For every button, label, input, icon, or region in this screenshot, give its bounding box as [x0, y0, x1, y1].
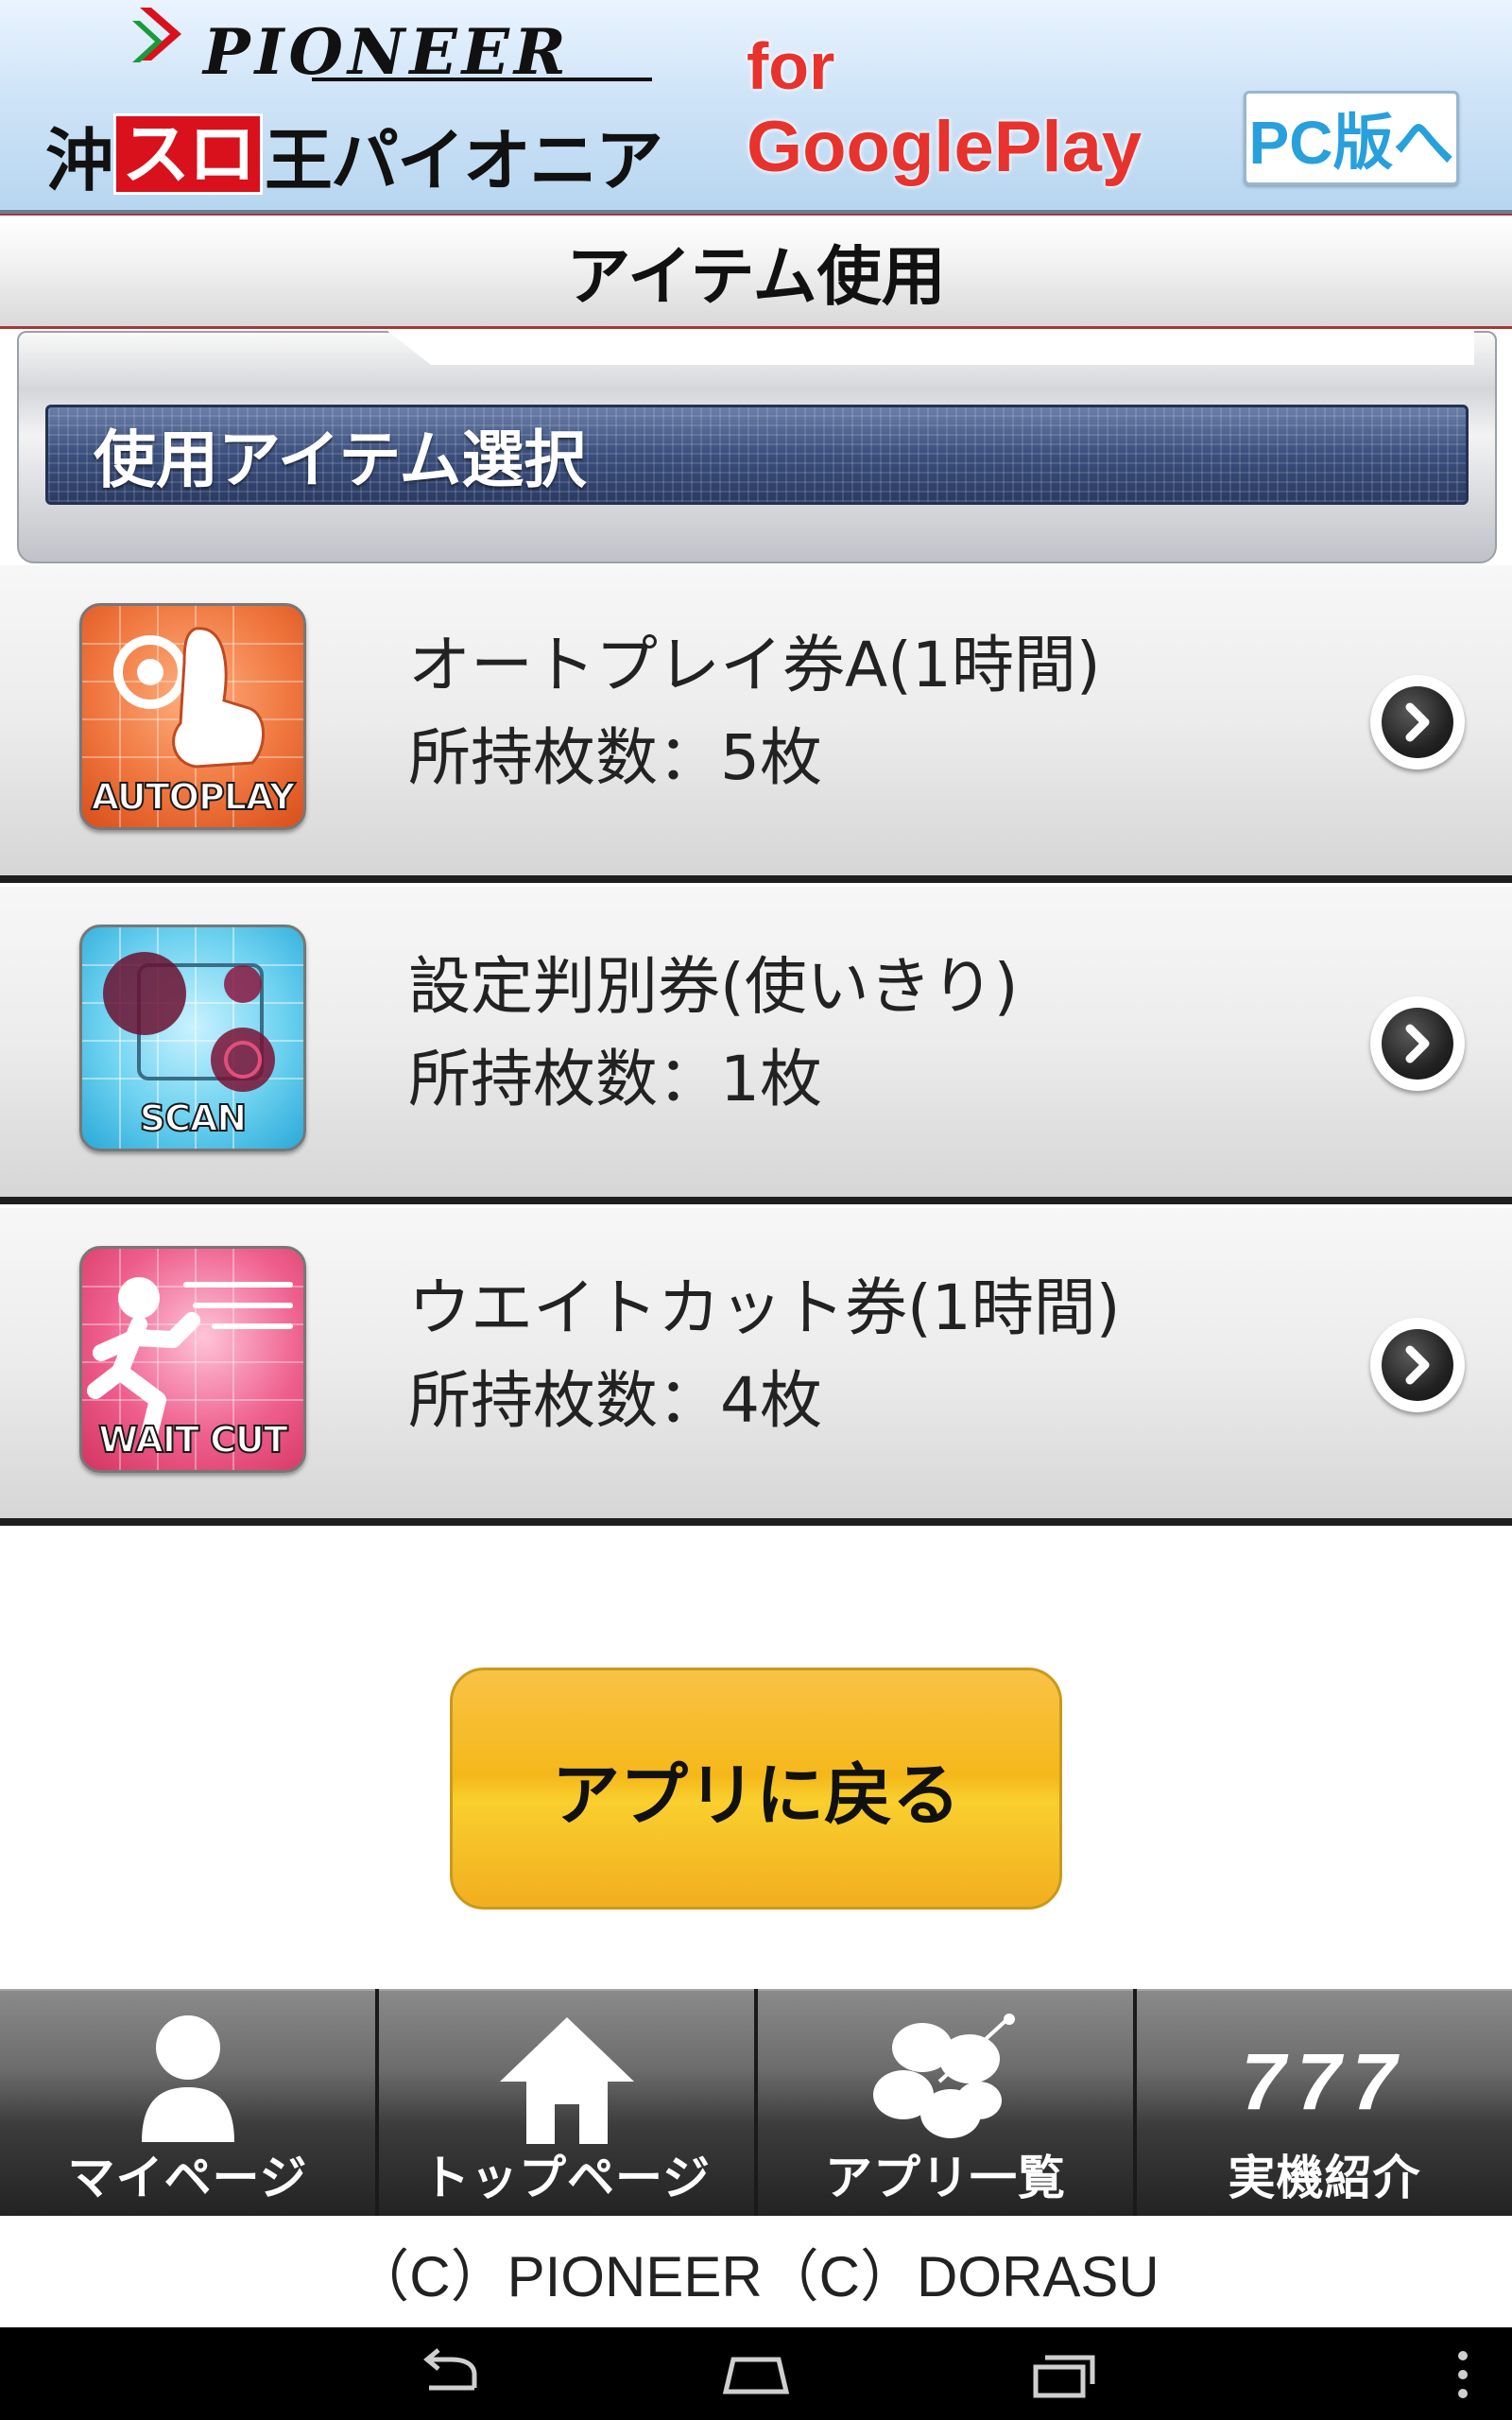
home-icon	[499, 2017, 634, 2144]
item-row-scan[interactable]: SCAN 設定判別券(使いきり) 所持枚数：1枚	[0, 887, 1512, 1204]
brand-title-prefix: 沖	[45, 120, 113, 200]
nav-item-machines[interactable]: 777 実機紹介	[1137, 1989, 1512, 2216]
nav-label: 実機紹介	[1228, 2151, 1421, 2205]
chevron-right-icon[interactable]	[1370, 1318, 1465, 1412]
platform-label: GooglePlay	[747, 107, 1143, 187]
hibiscus-icon	[872, 2014, 1015, 2138]
nav-label: トップページ	[422, 2151, 711, 2205]
autoplay-icon: AUTOPLAY	[79, 603, 306, 830]
autoplay-icon-caption: AUTOPLAY	[91, 775, 297, 819]
nav-label: マイページ	[67, 2151, 308, 2205]
home-icon[interactable]	[718, 2346, 794, 2403]
nav-item-toppage[interactable]: トップページ	[379, 1989, 754, 2216]
section-title: 使用アイテム選択	[94, 424, 587, 496]
back-icon[interactable]	[414, 2346, 490, 2403]
section-panel-tab-cut	[387, 331, 1474, 365]
brand-underline	[312, 78, 652, 81]
back-to-app-button[interactable]: アプリに戻る	[450, 1668, 1062, 1910]
nav-item-app-list[interactable]: アプリ一覧	[758, 1989, 1133, 2216]
item-row-wait-cut[interactable]: WAIT CUT ウエイトカット券(1時間) 所持枚数：4枚	[0, 1208, 1512, 1526]
nav-item-mypage[interactable]: マイページ	[0, 1989, 375, 2216]
item-name: オートプレイ券A(1時間)	[408, 629, 1101, 701]
system-navigation-bar	[0, 2327, 1512, 2420]
item-name: ウエイトカット券(1時間)	[408, 1271, 1121, 1344]
item-name: 設定判別券(使いきり)	[408, 950, 1019, 1023]
page-title-bar: アイテム使用	[0, 214, 1512, 329]
scan-icon: SCAN	[79, 925, 306, 1151]
pc-version-button[interactable]: PC版へ	[1244, 91, 1459, 185]
scan-icon-caption: SCAN	[139, 1097, 248, 1140]
item-count: 所持枚数：5枚	[408, 721, 822, 794]
brand-title-logo: 沖 スロ 王パイオニア	[45, 112, 663, 200]
brand-title-box: スロ	[113, 113, 264, 195]
brand-title-suffix: 王パイオニア	[265, 120, 663, 200]
pioneer-logo-mark-icon	[132, 8, 181, 62]
nav-label: アプリ一覧	[825, 2151, 1066, 2205]
wait-cut-icon-caption: WAIT CUT	[97, 1418, 289, 1461]
item-count: 所持枚数：1枚	[408, 1043, 822, 1115]
bottom-nav: マイページ トップページ アプリ一覧 777 実機紹介	[0, 1989, 1512, 2216]
item-count: 所持枚数：4枚	[408, 1364, 822, 1437]
chevron-right-icon[interactable]	[1370, 996, 1465, 1091]
copyright-footer: （C）PIONEER（C）DORASU	[0, 2216, 1512, 2327]
overflow-menu-icon[interactable]	[1453, 2346, 1472, 2403]
section-panel: 使用アイテム選択	[17, 331, 1497, 563]
wait-cut-icon: WAIT CUT	[79, 1246, 306, 1473]
back-to-app-label: アプリに戻る	[551, 1754, 960, 1835]
777-icon: 777	[1241, 2037, 1408, 2126]
item-row-autoplay[interactable]: AUTOPLAY オートプレイ券A(1時間) 所持枚数：5枚	[0, 565, 1512, 883]
recent-apps-icon[interactable]	[1026, 2346, 1102, 2403]
app-header: PIONEER 沖 スロ 王パイオニア for GooglePlay PC版へ	[0, 0, 1512, 214]
page-title: アイテム使用	[566, 240, 946, 315]
chevron-right-icon[interactable]	[1370, 675, 1465, 769]
person-icon	[141, 2015, 234, 2142]
for-label: for	[747, 29, 835, 103]
section-title-screen: 使用アイテム選択	[45, 405, 1469, 505]
copyright-text: （C）PIONEER（C）DORASU	[352, 2244, 1160, 2308]
